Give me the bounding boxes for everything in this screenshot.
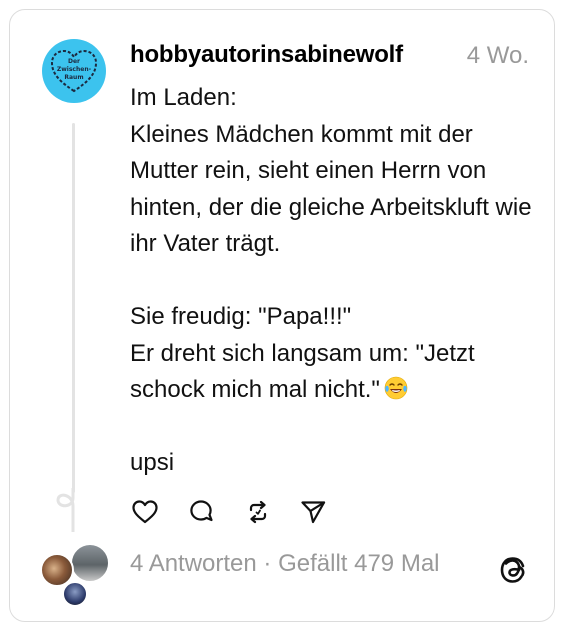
- reply-avatar-3: [62, 581, 88, 607]
- post-body-end: upsi: [130, 449, 175, 476]
- repost-icon: [249, 500, 267, 524]
- author-avatar[interactable]: Der Zwischen- Raum: [42, 39, 106, 103]
- like-button[interactable]: [130, 497, 160, 527]
- post-stats: 4 Antworten · Gefällt 479 Mal: [130, 550, 440, 578]
- thread-line: [72, 123, 75, 493]
- avatar-text-1: Der: [68, 58, 80, 65]
- repost-button[interactable]: [243, 497, 273, 527]
- replies-count[interactable]: 4 Antworten: [130, 550, 257, 577]
- post-text: Im Laden: Kleines Mädchen kommt mit der …: [130, 80, 540, 482]
- post-time[interactable]: 4 Wo.: [467, 42, 529, 70]
- reply-avatars[interactable]: [40, 543, 112, 607]
- thread-loop-icon: [56, 488, 75, 532]
- share-button[interactable]: [298, 497, 328, 527]
- comment-button[interactable]: [186, 497, 216, 527]
- threads-logo-icon[interactable]: [497, 553, 529, 587]
- heart-icon: [132, 500, 158, 524]
- tears-of-joy-emoji-icon: [384, 376, 408, 400]
- avatar-logo-icon: Der Zwischen- Raum: [50, 49, 98, 93]
- username[interactable]: hobbyautorinsabinewolf: [130, 41, 403, 69]
- avatar-text-2: Zwischen-: [57, 66, 92, 73]
- post-body: Im Laden: Kleines Mädchen kommt mit der …: [130, 84, 532, 403]
- reply-avatar-1: [70, 543, 110, 583]
- stats-separator: ·: [256, 550, 279, 577]
- likes-count[interactable]: Gefällt 479 Mal: [278, 550, 439, 577]
- send-icon: [301, 501, 326, 524]
- comment-icon: [190, 500, 213, 522]
- avatar-text-3: Raum: [64, 74, 83, 81]
